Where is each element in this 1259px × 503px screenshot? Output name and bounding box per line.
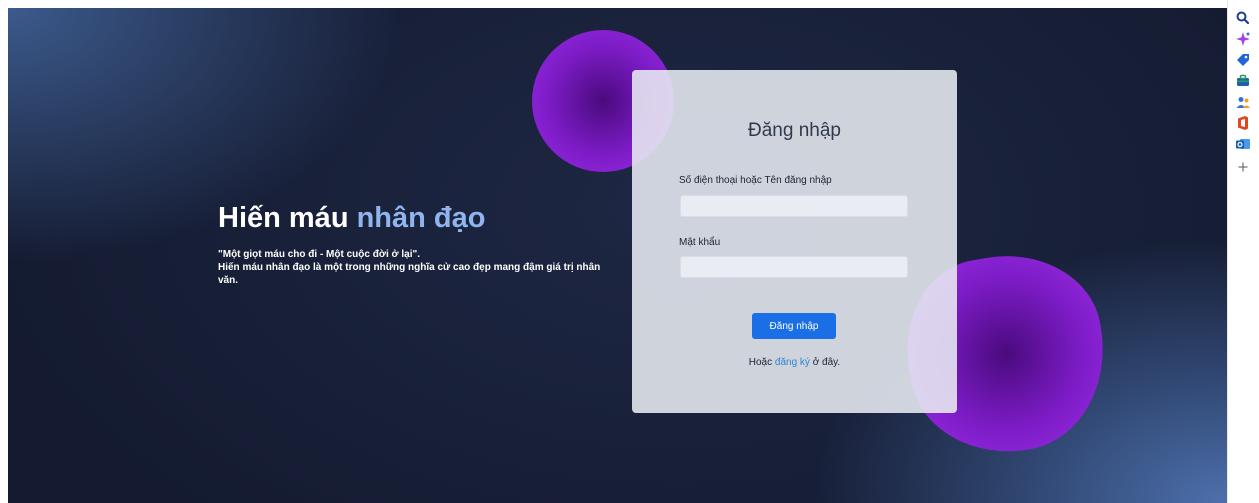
login-title: Đăng nhập: [748, 120, 841, 141]
register-link[interactable]: đăng ký: [775, 357, 810, 368]
hero-text: "Một giọt máu cho đi - Một cuộc đời ở lạ…: [218, 248, 618, 287]
browser-sidebar: [1227, 0, 1259, 503]
password-label: Mật khẩu: [679, 237, 721, 248]
office-icon[interactable]: [1234, 114, 1252, 132]
hero-description: Hiến máu nhân đạo là một trong những ngh…: [218, 262, 601, 286]
password-input[interactable]: [680, 256, 908, 278]
copilot-sparkle-icon[interactable]: [1234, 30, 1252, 48]
hero-quote: "Một giọt máu cho đi - Một cuộc đời ở lạ…: [218, 249, 421, 260]
hero-title-main: Hiến máu: [218, 202, 349, 234]
tools-briefcase-icon[interactable]: [1234, 72, 1252, 90]
login-card: Đăng nhập Số điện thoại hoặc Tên đăng nh…: [632, 70, 957, 413]
register-line: Hoặc đăng ký ở đây.: [632, 357, 957, 368]
people-icon[interactable]: [1234, 93, 1252, 111]
register-suffix: ở đây.: [812, 357, 841, 368]
add-icon[interactable]: [1234, 158, 1252, 176]
shopping-tag-icon[interactable]: [1234, 51, 1252, 69]
search-icon[interactable]: [1234, 9, 1252, 27]
username-input[interactable]: [680, 195, 908, 217]
outlook-icon[interactable]: [1234, 135, 1252, 153]
hero-title-accent: nhân đạo: [356, 202, 486, 234]
hero-section: Hiến máu nhân đạo "Một giọt máu cho đi -…: [218, 202, 618, 287]
page-background: Hiến máu nhân đạo "Một giọt máu cho đi -…: [8, 8, 1227, 503]
hero-title: Hiến máu nhân đạo: [218, 202, 618, 234]
username-label: Số điện thoại hoặc Tên đăng nhập: [679, 175, 832, 186]
login-button[interactable]: Đăng nhập: [752, 313, 836, 339]
register-prefix: Hoặc: [748, 357, 773, 368]
